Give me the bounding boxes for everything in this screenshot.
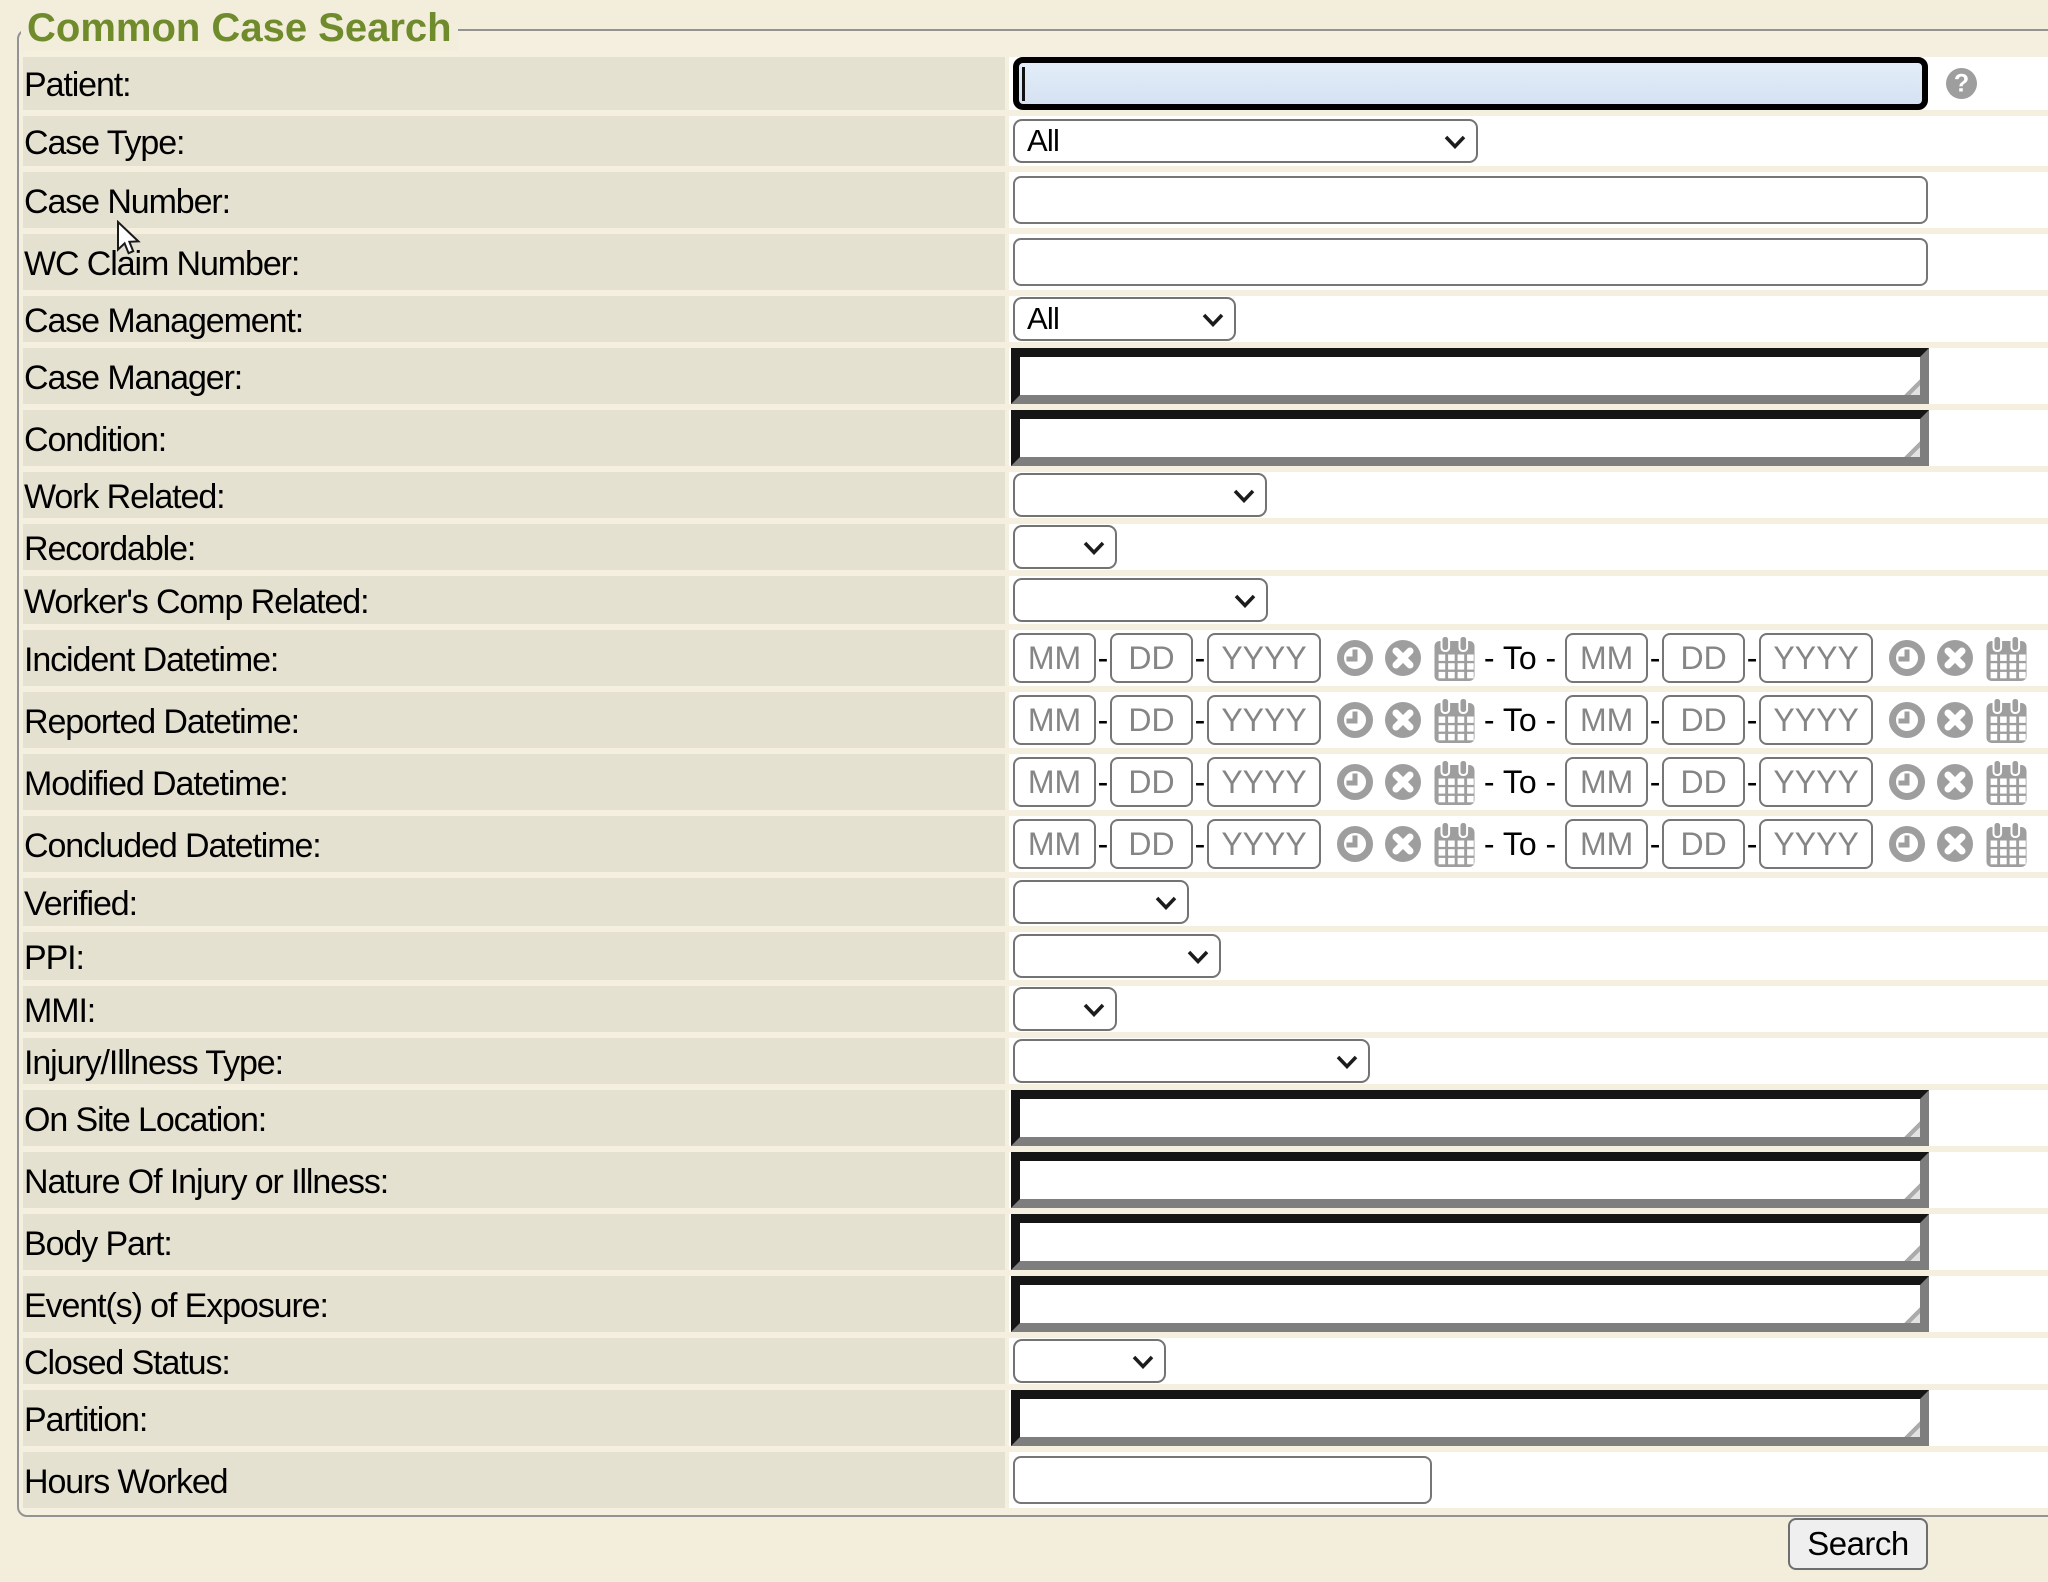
svg-text:?: ? (1954, 70, 1969, 98)
